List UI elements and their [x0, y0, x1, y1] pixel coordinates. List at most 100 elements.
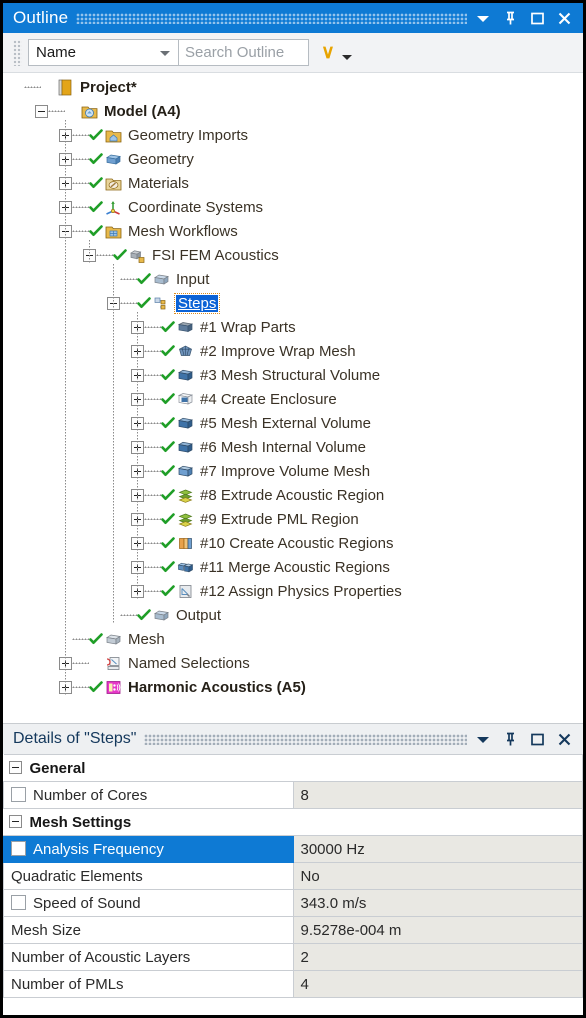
named-selections-icon [104, 655, 123, 672]
search-input[interactable]: Search Outline [179, 39, 309, 66]
mesh-volume-icon [176, 439, 195, 456]
close-icon[interactable] [556, 10, 573, 27]
tree-item-project[interactable]: Project* [3, 75, 583, 99]
details-property-value[interactable]: 30000 Hz [292, 835, 583, 863]
collapse-icon[interactable] [8, 815, 22, 828]
materials-icon [104, 175, 123, 192]
details-row[interactable]: Speed of Sound 343.0 m/s [3, 889, 583, 917]
details-row[interactable]: Quadratic Elements No [3, 862, 583, 890]
outline-tree[interactable]: Project* Model (A4) Geometry Imports Geomet… [3, 73, 583, 723]
maximize-icon[interactable] [529, 731, 546, 748]
assign-physics-icon [176, 583, 195, 600]
pin-icon[interactable] [502, 10, 519, 27]
details-grid[interactable]: General Number of Cores 8 Mesh Settings Anal… [3, 754, 583, 998]
tree-item-10-create-acoustic-regions[interactable]: #10 Create Acoustic Regions [3, 531, 583, 555]
tree-connector-line [144, 422, 161, 424]
tree-item-8-extrude-acoustic-region[interactable]: #8 Extrude Acoustic Region [3, 483, 583, 507]
chevron-down-icon [160, 51, 170, 56]
steps-icon [152, 295, 171, 312]
tree-item-12-assign-physics-properties[interactable]: #12 Assign Physics Properties [3, 579, 583, 603]
extrude-icon [176, 487, 195, 504]
details-property-value[interactable]: No [292, 862, 583, 890]
tree-guide-line [89, 240, 90, 264]
tree-item-output[interactable]: Output [3, 603, 583, 627]
details-property-label: Number of Acoustic Layers [3, 943, 294, 971]
tree-item-mesh[interactable]: Mesh [3, 627, 583, 651]
details-property-value[interactable]: 343.0 m/s [292, 889, 583, 917]
tree-item-label: Mesh [128, 630, 165, 648]
output-icon [152, 607, 171, 624]
tree-guide-line [65, 120, 66, 696]
details-row[interactable]: Analysis Frequency 30000 Hz [3, 835, 583, 863]
tree-item-mesh-workflows[interactable]: Mesh Workflows [3, 219, 583, 243]
details-row[interactable]: Number of Cores 8 [3, 781, 583, 809]
tree-connector-line [144, 374, 161, 376]
tree-item-1-wrap-parts[interactable]: #1 Wrap Parts [3, 315, 583, 339]
tree-item-named-selections[interactable]: Named Selections [3, 651, 583, 675]
tree-item-7-improve-volume-mesh[interactable]: #7 Improve Volume Mesh [3, 459, 583, 483]
status-check-icon [89, 176, 103, 190]
create-enclosure-icon [176, 391, 195, 408]
details-row[interactable]: Number of PMLs 4 [3, 970, 583, 998]
property-checkbox[interactable] [11, 841, 26, 856]
tree-connector-line [72, 206, 89, 208]
tree-item-label: Input [176, 270, 210, 288]
tree-item-3-mesh-structural-volume[interactable]: #3 Mesh Structural Volume [3, 363, 583, 387]
tree-item-fsi-fem-acoustics[interactable]: FSI FEM Acoustics [3, 243, 583, 267]
close-icon[interactable] [556, 731, 573, 748]
tree-item-9-extrude-pml-region[interactable]: #9 Extrude PML Region [3, 507, 583, 531]
tree-item-model-a4[interactable]: Model (A4) [3, 99, 583, 123]
details-row[interactable]: Number of Acoustic Layers 2 [3, 943, 583, 971]
tree-connector-line [144, 446, 161, 448]
tree-item-label: Harmonic Acoustics (A5) [128, 678, 306, 696]
tree-item-label: #2 Improve Wrap Mesh [200, 342, 356, 360]
tree-item-4-create-enclosure[interactable]: #4 Create Enclosure [3, 387, 583, 411]
tree-item-steps[interactable]: Steps [3, 291, 583, 315]
details-property-value[interactable]: 9.5278e-004 m [292, 916, 583, 944]
tree-item-11-merge-acoustic-regions[interactable]: #11 Merge Acoustic Regions [3, 555, 583, 579]
pin-icon[interactable] [502, 731, 519, 748]
extrude-icon [176, 511, 195, 528]
maximize-icon[interactable] [529, 10, 546, 27]
details-section-header[interactable]: General [3, 754, 583, 782]
tree-connector-line [144, 518, 161, 520]
tree-connector-line [144, 470, 161, 472]
status-check-icon [89, 224, 103, 238]
toolbar-overflow-caret-icon[interactable] [341, 55, 352, 60]
details-panel: Details of "Steps" General Number of Core… [3, 723, 583, 1015]
tree-item-label: #3 Mesh Structural Volume [200, 366, 381, 384]
tree-item-coordinate-systems[interactable]: Coordinate Systems [3, 195, 583, 219]
tree-item-input[interactable]: Input [3, 267, 583, 291]
tree-item-2-improve-wrap-mesh[interactable]: #2 Improve Wrap Mesh [3, 339, 583, 363]
tree-item-harmonic-acoustics-a5[interactable]: Harmonic Acoustics (A5) [3, 675, 583, 699]
toolbar-grip-handle[interactable] [13, 39, 22, 66]
expand-chevron-icon[interactable]: ∨ [321, 43, 335, 62]
tree-item-geometry[interactable]: Geometry [3, 147, 583, 171]
caret-down-icon[interactable] [475, 10, 492, 27]
collapse-icon[interactable] [8, 761, 22, 774]
tree-item-5-mesh-external-volume[interactable]: #5 Mesh External Volume [3, 411, 583, 435]
input-icon [152, 271, 171, 288]
tree-item-materials[interactable]: Materials [3, 171, 583, 195]
collapse-icon[interactable] [35, 104, 48, 118]
filter-field-combo[interactable]: Name [28, 39, 179, 66]
property-checkbox[interactable] [11, 787, 26, 802]
details-property-label: Mesh Size [3, 916, 294, 944]
details-row[interactable]: Mesh Size 9.5278e-004 m [3, 916, 583, 944]
details-property-value[interactable]: 2 [292, 943, 583, 971]
tree-item-label: #8 Extrude Acoustic Region [200, 486, 385, 504]
details-section-header[interactable]: Mesh Settings [3, 808, 583, 836]
tree-item-6-mesh-internal-volume[interactable]: #6 Mesh Internal Volume [3, 435, 583, 459]
tree-item-geometry-imports[interactable]: Geometry Imports [3, 123, 583, 147]
tree-connector-line [72, 182, 89, 184]
details-property-value[interactable]: 8 [292, 781, 583, 809]
tree-connector-line [72, 134, 89, 136]
details-property-value[interactable]: 4 [292, 970, 583, 998]
status-check-icon [161, 512, 175, 526]
details-property-label: Number of PMLs [3, 970, 294, 998]
details-dot-filler [144, 733, 467, 745]
caret-down-icon[interactable] [475, 731, 492, 748]
property-checkbox[interactable] [11, 895, 26, 910]
tree-item-label: Materials [128, 174, 189, 192]
